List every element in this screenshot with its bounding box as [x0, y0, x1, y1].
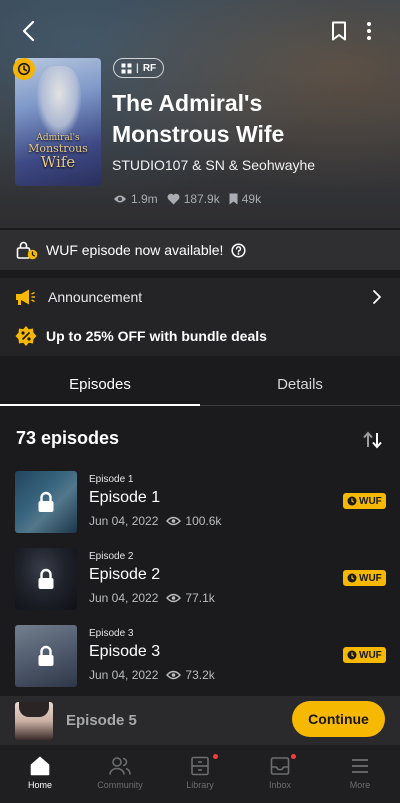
bookmark-button[interactable]	[325, 16, 353, 46]
megaphone-icon	[16, 289, 35, 305]
discount-badge-icon	[15, 326, 37, 346]
clock-icon	[347, 573, 357, 583]
help-icon[interactable]	[231, 242, 246, 258]
eye-icon	[166, 670, 182, 680]
episode-list: Episode 1 Episode 1 Jun 04, 2022 100.6k …	[0, 469, 400, 700]
sort-arrows-icon	[363, 431, 382, 449]
heart-icon	[167, 193, 180, 205]
episode-views: 77.1k	[185, 591, 215, 605]
episode-meta: Jun 04, 2022 100.6k	[89, 514, 221, 528]
episode-count: 73 episodes	[16, 428, 120, 448]
tag-label: RF	[142, 62, 157, 74]
nav-label: More	[349, 780, 371, 790]
bundle-deals-label: Up to 25% OFF with bundle deals	[46, 328, 267, 344]
tab-episodes[interactable]: Episodes	[0, 364, 200, 406]
views-count: 1.9m	[131, 192, 158, 206]
menu-icon	[352, 759, 368, 773]
grid-icon	[121, 63, 132, 73]
episode-date: Jun 04, 2022	[89, 591, 159, 605]
episode-thumbnail	[15, 625, 77, 687]
episode-title: Episode 1	[89, 489, 161, 506]
section-divider	[0, 270, 400, 278]
lock-icon	[38, 491, 54, 512]
episode-row[interactable]: Episode 3 Episode 3 Jun 04, 2022 73.2k W…	[0, 623, 400, 700]
episode-date: Jun 04, 2022	[89, 514, 159, 528]
episode-row[interactable]: Episode 2 Episode 2 Jun 04, 2022 77.1k W…	[0, 546, 400, 623]
series-header: Admiral's Monstrous Wife | RF The Admira…	[0, 0, 400, 228]
bottom-navigation: Home Community Library Inbox More	[0, 745, 400, 803]
content-tag-pill: | RF	[113, 58, 165, 78]
episode-meta: Jun 04, 2022 77.1k	[89, 591, 215, 605]
eye-icon	[166, 593, 182, 603]
episode-label: Episode 2	[89, 551, 134, 562]
nav-home[interactable]: Home	[0, 745, 80, 803]
likes-count: 187.9k	[183, 192, 220, 206]
eye-icon	[114, 195, 126, 203]
wuf-badge: WUF	[343, 570, 386, 586]
continue-reading-bar[interactable]: Episode 5 Continue	[0, 696, 400, 745]
chevron-left-icon	[22, 20, 35, 42]
inbox-icon	[270, 757, 290, 775]
bundle-deals-row[interactable]: Up to 25% OFF with bundle deals	[0, 316, 400, 356]
episode-title: Episode 2	[89, 566, 161, 583]
episode-views: 73.2k	[185, 668, 215, 682]
series-tabs: Episodes Details	[0, 364, 400, 406]
lock-icon	[38, 645, 54, 666]
clock-icon	[347, 496, 357, 506]
episode-meta: Jun 04, 2022 73.2k	[89, 668, 215, 682]
wuf-badge: WUF	[343, 647, 386, 663]
nav-library[interactable]: Library	[160, 745, 240, 803]
episode-label: Episode 1	[89, 474, 134, 485]
nav-label: Inbox	[268, 780, 292, 790]
continue-button[interactable]: Continue	[292, 701, 385, 737]
tab-details[interactable]: Details	[200, 364, 400, 405]
clock-icon	[347, 650, 357, 660]
lock-clock-icon	[16, 241, 38, 260]
announcement-label: Announcement	[48, 289, 143, 305]
continue-episode-thumbnail	[15, 702, 53, 740]
episode-row[interactable]: Episode 1 Episode 1 Jun 04, 2022 100.6k …	[0, 469, 400, 546]
bookmark-icon	[332, 21, 346, 41]
nav-inbox[interactable]: Inbox	[240, 745, 320, 803]
episode-label: Episode 3	[89, 628, 134, 639]
series-authors: STUDIO107 & SN & Seohwayhe	[112, 157, 316, 173]
sort-button[interactable]	[360, 428, 386, 452]
wuf-notice[interactable]: WUF episode now available!	[0, 230, 400, 270]
notification-dot	[291, 754, 296, 759]
nav-label: Library	[186, 780, 214, 790]
library-icon	[191, 756, 209, 776]
nav-more[interactable]: More	[320, 745, 400, 803]
community-icon	[109, 757, 131, 775]
episode-date: Jun 04, 2022	[89, 668, 159, 682]
more-vertical-icon	[367, 22, 371, 40]
wuf-badge: WUF	[343, 493, 386, 509]
bookmark-filled-icon	[229, 193, 238, 205]
nav-label: Community	[97, 780, 143, 790]
eye-icon	[166, 516, 182, 526]
series-stats: 1.9m 187.9k 49k	[113, 192, 261, 206]
chevron-right-icon	[373, 290, 381, 304]
subscribers-count: 49k	[241, 192, 262, 206]
notification-dot	[213, 754, 218, 759]
cover-title-art: Admiral's Monstrous Wife	[28, 133, 88, 171]
lock-icon	[38, 568, 54, 589]
episode-thumbnail	[15, 548, 77, 610]
episode-title: Episode 3	[89, 643, 161, 660]
more-options-button[interactable]	[356, 16, 382, 46]
nav-community[interactable]: Community	[80, 745, 160, 803]
episode-views: 100.6k	[185, 514, 222, 528]
wait-free-clock-icon	[13, 58, 35, 80]
series-title: The Admiral's Monstrous Wife	[112, 90, 285, 147]
announcement-row[interactable]: Announcement	[0, 278, 400, 316]
home-icon	[30, 756, 50, 776]
wuf-notice-text: WUF episode now available!	[46, 242, 224, 258]
continue-episode-label: Episode 5	[66, 712, 137, 729]
episode-thumbnail	[15, 471, 77, 533]
nav-label: Home	[27, 780, 52, 790]
back-button[interactable]	[14, 16, 44, 46]
